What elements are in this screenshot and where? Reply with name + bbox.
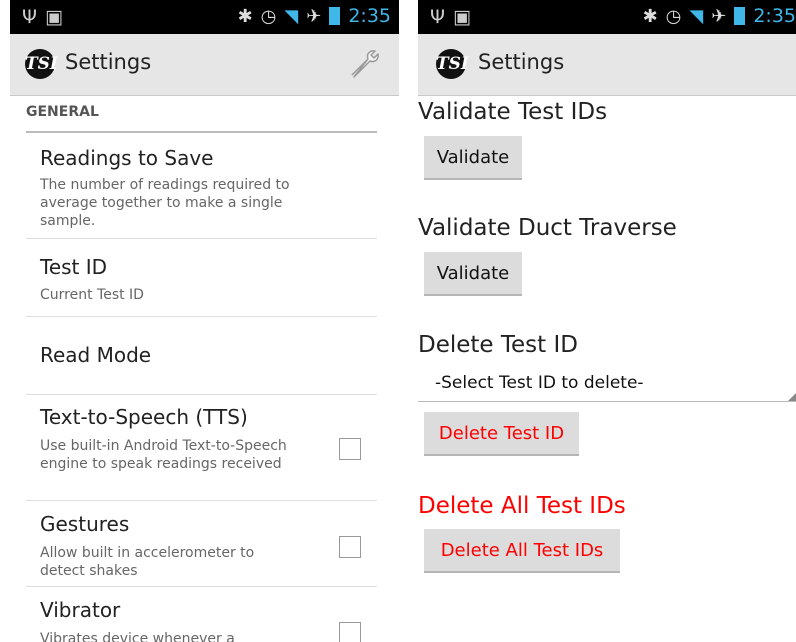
notification-icons: Ψ▣ (430, 6, 479, 28)
pref-title: Readings to Save (40, 146, 214, 170)
pref-title: Test ID (40, 255, 108, 279)
system-icons: ✱ ◷ ◥ ✈ 2:35 (238, 5, 391, 27)
pref-test-id[interactable]: Test ID Current Test ID (26, 238, 377, 317)
wifi-icon: ◥ (284, 5, 299, 27)
page-title: Settings (478, 50, 565, 74)
pref-summary: The number of readings required to avera… (40, 177, 290, 229)
status-bar: Ψ▣ ✱ ◷ ◥ ✈ 2:35 (10, 0, 399, 34)
alarm-icon: ◷ (260, 5, 277, 27)
pref-summary: Current Test ID (40, 287, 144, 303)
wifi-icon: ◥ (689, 5, 704, 27)
pref-summary: Use built-in Android Text-to-Speech engi… (40, 438, 287, 472)
left-phone-screen: Ψ▣ ✱ ◷ ◥ ✈ 2:35 TSI Settings GENERAL Rea… (10, 0, 399, 642)
pref-readings-to-save[interactable]: Readings to Save The number of readings … (26, 138, 377, 239)
validate-duct-traverse-button[interactable]: Validate (424, 252, 522, 296)
page-title: Settings (65, 50, 152, 74)
bluetooth-icon: ✱ (642, 5, 658, 27)
tts-checkbox[interactable] (339, 438, 361, 460)
notification-icons: Ψ▣ (22, 6, 71, 28)
wrench-icon[interactable] (348, 49, 384, 79)
validate-test-ids-heading: Validate Test IDs (418, 99, 608, 125)
delete-test-id-button[interactable]: Delete Test ID (424, 412, 579, 456)
pref-gestures[interactable]: Gestures Allow built in accelerometer to… (26, 500, 377, 587)
pref-title: Text-to-Speech (TTS) (40, 405, 248, 429)
delete-all-test-ids-button[interactable]: Delete All Test IDs (424, 529, 620, 573)
right-phone-screen: Ψ▣ ✱ ◷ ◥ ✈ 2:35 TSI Settings Validate Te… (418, 0, 796, 642)
pref-title: Read Mode (40, 343, 152, 367)
section-header-general: GENERAL (26, 104, 377, 133)
clock: 2:35 (753, 5, 796, 27)
system-icons: ✱ ◷ ◥ ✈ 2:35 (643, 5, 796, 27)
android-debug-icon: ▣ (452, 6, 479, 28)
battery-charging-icon (329, 7, 341, 25)
tsi-logo[interactable]: TSI (25, 49, 58, 79)
action-bar: TSI Settings (418, 34, 796, 96)
android-debug-icon: ▣ (44, 6, 71, 28)
preferences-list: GENERAL Readings to Save The number of r… (10, 96, 399, 642)
delete-test-id-heading: Delete Test ID (418, 332, 578, 358)
pref-summary: Vibrates device whenever a (40, 631, 235, 642)
tsi-logo[interactable]: TSI (436, 49, 469, 79)
status-bar: Ψ▣ ✱ ◷ ◥ ✈ 2:35 (418, 0, 796, 34)
validate-duct-traverse-heading: Validate Duct Traverse (418, 215, 677, 241)
settings-content: Validate Test IDs Validate Validate Duct… (418, 96, 796, 642)
pref-text-to-speech[interactable]: Text-to-Speech (TTS) Use built-in Androi… (26, 394, 377, 501)
action-bar: TSI Settings (10, 34, 399, 96)
pref-title: Vibrator (40, 598, 121, 622)
bluetooth-icon: ✱ (237, 5, 253, 27)
pref-title: Gestures (40, 512, 130, 536)
airplane-icon: ✈ (306, 5, 322, 27)
validate-test-ids-button[interactable]: Validate (424, 136, 522, 180)
pref-vibrator[interactable]: Vibrator Vibrates device whenever a (26, 586, 377, 642)
usb-icon: Ψ (22, 6, 45, 28)
spinner-corner-icon (788, 393, 796, 401)
test-id-spinner[interactable]: -Select Test ID to delete- (418, 367, 796, 402)
vibrator-checkbox[interactable] (339, 622, 361, 642)
spinner-selected-value: -Select Test ID to delete- (435, 373, 644, 393)
gestures-checkbox[interactable] (339, 536, 361, 558)
clock: 2:35 (348, 5, 391, 27)
usb-icon: Ψ (430, 6, 453, 28)
pref-summary: Allow built in accelerometer to detect s… (40, 545, 255, 579)
pref-read-mode[interactable]: Read Mode (26, 316, 377, 395)
airplane-icon: ✈ (711, 5, 727, 27)
alarm-icon: ◷ (665, 5, 682, 27)
battery-charging-icon (734, 7, 746, 25)
delete-all-heading: Delete All Test IDs (418, 493, 626, 519)
